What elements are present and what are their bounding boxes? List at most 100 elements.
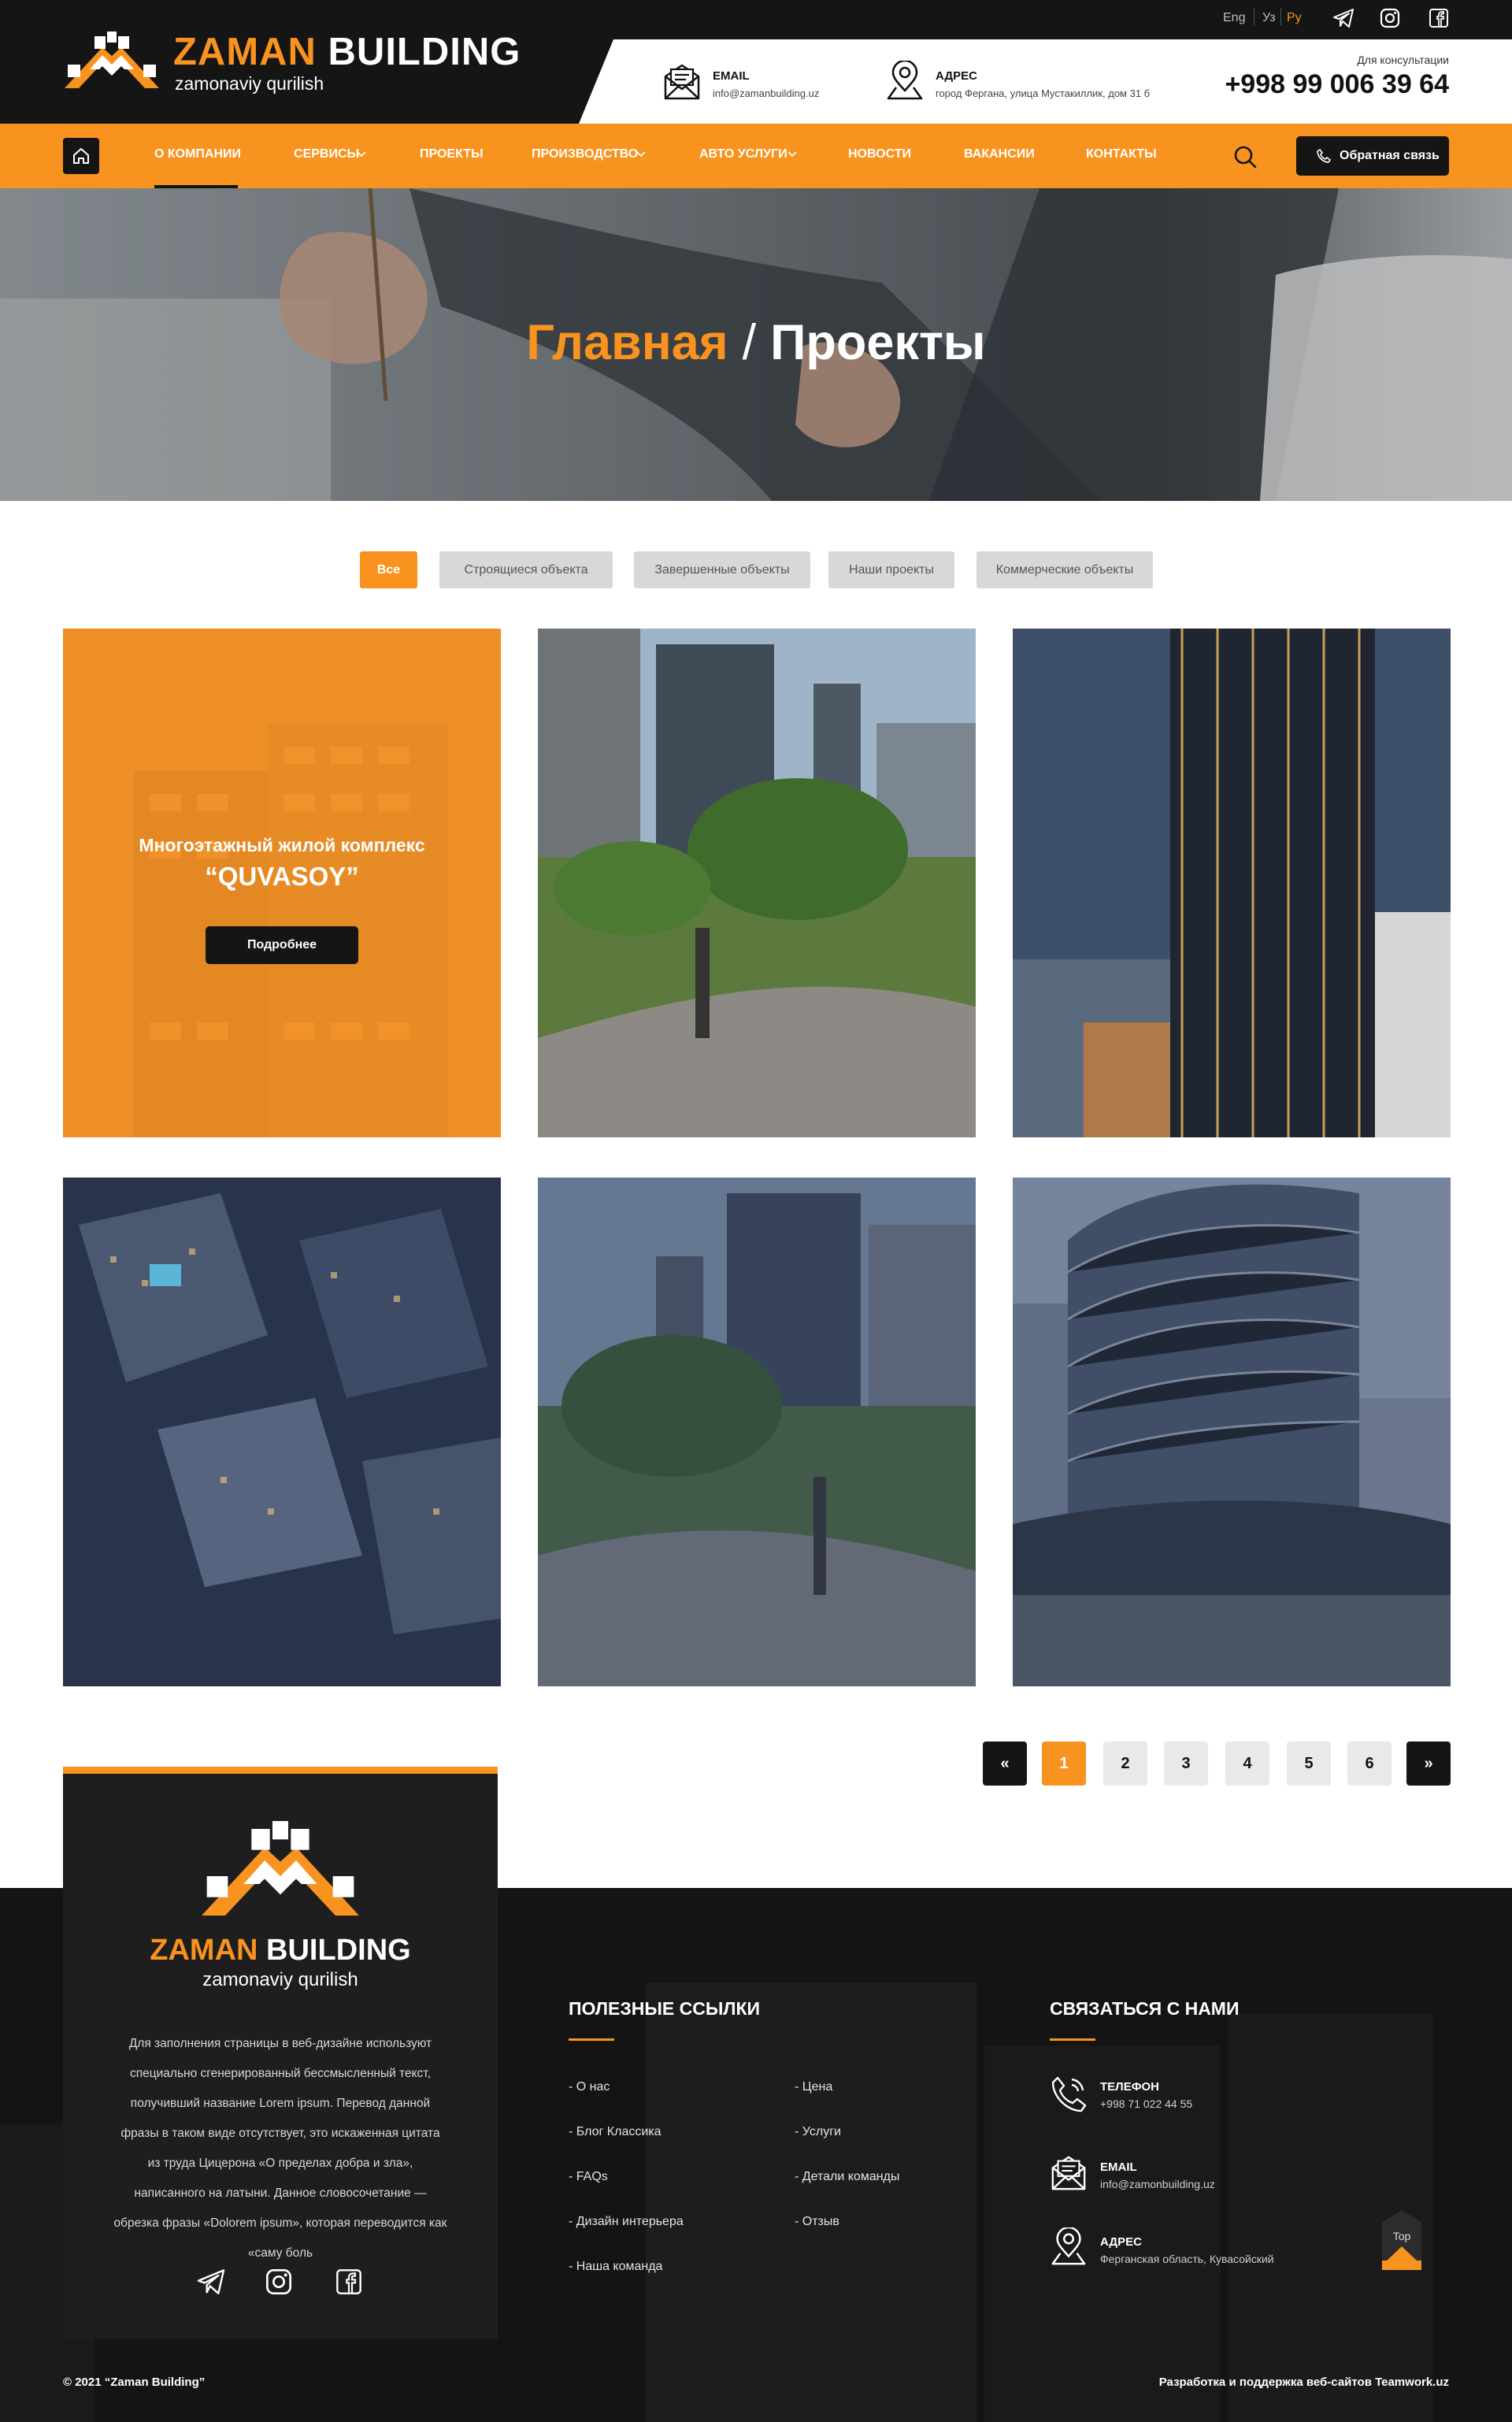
footer-link[interactable]: - Цена — [795, 2080, 832, 2094]
logo-name-part1: ZAMAN — [173, 31, 317, 73]
telegram-icon[interactable] — [1332, 6, 1355, 30]
project-card[interactable] — [1013, 629, 1451, 1137]
pagination-page-1[interactable]: 1 — [1042, 1741, 1086, 1786]
phone-icon — [1051, 2076, 1087, 2112]
footer-link[interactable]: - Отзыв — [795, 2215, 839, 2229]
breadcrumb-home[interactable]: Главная — [526, 315, 728, 370]
facebook-icon[interactable] — [1427, 6, 1451, 30]
facebook-icon[interactable] — [333, 2266, 365, 2298]
callback-button[interactable]: Обратная связь — [1296, 136, 1449, 176]
footer-about-text: Для заполнения страницы в веб-дизайне ис… — [113, 2037, 447, 2260]
pagination-page-4[interactable]: 4 — [1225, 1741, 1269, 1786]
pagination-next[interactable]: » — [1406, 1741, 1451, 1786]
logo-title: ZAMAN BUILDING — [173, 30, 521, 74]
project-image — [1013, 629, 1451, 1137]
nav-projects[interactable]: ПРОЕКТЫ — [420, 147, 484, 161]
copyright: © 2021 “Zaman Building” — [63, 2376, 206, 2389]
telegram-icon[interactable] — [195, 2266, 227, 2298]
arrow-up-icon — [1387, 2246, 1417, 2261]
nav-vacancies[interactable]: ВАКАНСИИ — [964, 147, 1035, 161]
nav-production[interactable]: ПРОИЗВОДСТВО — [532, 147, 638, 161]
phone-icon — [1317, 149, 1331, 163]
nav-about[interactable]: О КОМПАНИИ — [154, 147, 241, 161]
lang-eng[interactable]: Eng — [1223, 11, 1245, 25]
scroll-top-label: Top — [1392, 2230, 1411, 2242]
project-title: Многоэтажный жилой комплекс — [139, 835, 425, 855]
pagination-prev[interactable]: « — [983, 1741, 1027, 1786]
breadcrumb-current: Проекты — [770, 315, 986, 370]
lang-ru[interactable]: Ру — [1287, 11, 1302, 25]
footer-link[interactable]: - Наша команда — [569, 2260, 662, 2274]
chevron-down-icon — [357, 151, 366, 158]
footer-logo-name-part2: BUILDING — [266, 1934, 411, 1967]
search-icon[interactable] — [1232, 144, 1258, 169]
footer-link[interactable]: - FAQs — [569, 2170, 608, 2184]
project-image — [63, 1178, 501, 1686]
main-nav: О КОМПАНИИ СЕРВИСЫ ПРОЕКТЫ ПРОИЗВОДСТВО … — [0, 124, 1512, 188]
scroll-top-bar — [1382, 2261, 1421, 2270]
footer-link[interactable]: - Блог Классика — [569, 2125, 662, 2139]
pagination-page-5[interactable]: 5 — [1287, 1741, 1331, 1786]
scroll-top-button[interactable]: Top — [1382, 2210, 1421, 2270]
header-phone[interactable]: +998 99 006 39 64 — [1225, 69, 1449, 100]
footer-logo-name-part1: ZAMAN — [150, 1934, 258, 1967]
footer-link[interactable]: - О нас — [569, 2080, 610, 2094]
home-icon — [73, 148, 89, 164]
details-button[interactable]: Подробнее — [206, 926, 358, 964]
instagram-icon[interactable] — [1378, 6, 1402, 30]
project-card[interactable] — [63, 1178, 501, 1686]
filter-commercial[interactable]: Коммерческие объекты — [976, 551, 1153, 588]
footer-link[interactable]: - Детали команды — [795, 2170, 899, 2184]
filter-our-projects[interactable]: Наши проекты — [828, 551, 954, 588]
pagination-page-6[interactable]: 6 — [1347, 1741, 1392, 1786]
map-pin-icon — [887, 61, 923, 100]
footer-phone-value[interactable]: +998 71 022 44 55 — [1100, 2097, 1192, 2110]
nav-contacts[interactable]: КОНТАКТЫ — [1086, 147, 1157, 161]
filter-all[interactable]: Все — [360, 551, 417, 588]
callback-label: Обратная связь — [1340, 149, 1440, 162]
filter-under-construction[interactable]: Строящиеся объекта — [439, 551, 613, 588]
map-pin-icon — [1051, 2227, 1086, 2265]
logo-tagline: zamonaviy qurilish — [175, 73, 324, 94]
breadcrumb: Главная / Проекты — [0, 314, 1512, 371]
footer-phone-label: ТЕЛЕФОН — [1100, 2080, 1159, 2094]
envelope-icon — [664, 64, 700, 100]
pagination-page-3[interactable]: 3 — [1164, 1741, 1208, 1786]
footer-logo-mark-icon — [202, 1821, 359, 1916]
nav-auto-services[interactable]: АВТО УСЛУГИ — [699, 147, 788, 161]
footer-email-label: EMAIL — [1100, 2161, 1137, 2174]
filter-completed[interactable]: Завершенные объекты — [634, 551, 810, 588]
project-card[interactable] — [538, 629, 976, 1137]
project-card[interactable] — [538, 1178, 976, 1686]
footer-links-underline — [569, 2038, 614, 2041]
footer-contact-title: СВЯЗАТЬСЯ С НАМИ — [1050, 1998, 1240, 2019]
footer-link[interactable]: - Дизайн интерьера — [569, 2215, 684, 2229]
pagination-page-2[interactable]: 2 — [1103, 1741, 1147, 1786]
footer-contact-underline — [1050, 2038, 1095, 2041]
address-label: АДРЕС — [936, 69, 977, 83]
nav-services[interactable]: СЕРВИСЫ — [294, 147, 359, 161]
footer-address-label: АДРЕС — [1100, 2235, 1142, 2249]
lang-divider — [1280, 8, 1281, 25]
developer-credit[interactable]: Разработка и поддержка веб-сайтов Teamwo… — [1159, 2376, 1449, 2389]
home-button[interactable] — [63, 138, 99, 174]
nav-news[interactable]: НОВОСТИ — [848, 147, 911, 161]
footer-email-value[interactable]: info@zamonbuilding.uz — [1100, 2178, 1215, 2190]
chevron-down-icon — [636, 151, 646, 158]
page-hero: Главная / Проекты — [0, 188, 1512, 501]
chevron-down-icon — [788, 151, 797, 158]
project-card-featured[interactable]: Многоэтажный жилой комплекс “QUVASOY” По… — [63, 629, 501, 1137]
lang-uz[interactable]: Уз — [1262, 11, 1276, 25]
consult-label: Для консультации — [1357, 54, 1449, 66]
site-logo[interactable]: ZAMAN BUILDING zamonaviy qurilish — [63, 30, 575, 98]
footer-address-value: Ферганская область, Кувасойский — [1100, 2253, 1274, 2265]
footer-links-title: ПОЛЕЗНЫЕ ССЫЛКИ — [569, 1998, 761, 2019]
project-card[interactable] — [1013, 1178, 1451, 1686]
breadcrumb-separator: / — [742, 315, 757, 370]
project-image — [1013, 1178, 1451, 1686]
footer-link[interactable]: - Услуги — [795, 2125, 841, 2139]
instagram-icon[interactable] — [263, 2266, 295, 2298]
project-image — [538, 629, 976, 1137]
footer-logo-tagline: zamonaviy qurilish — [202, 1969, 358, 1990]
project-name: “QUVASOY” — [205, 862, 359, 891]
